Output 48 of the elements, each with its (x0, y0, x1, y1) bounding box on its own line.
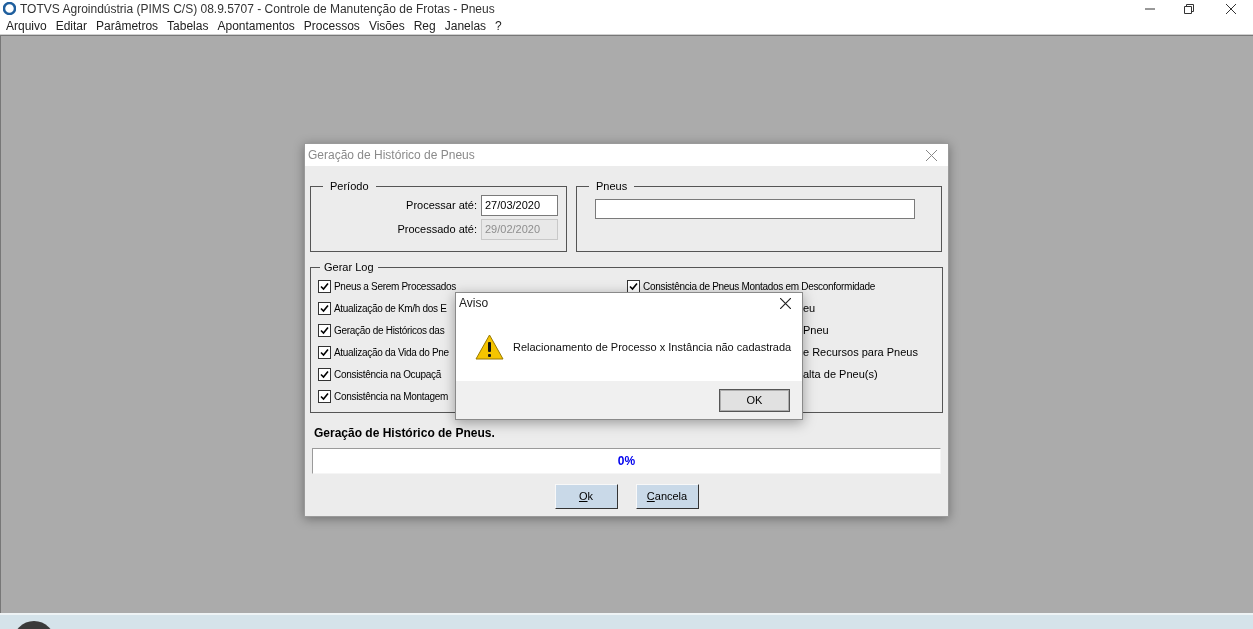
checkbox-label: Consistência de Pneus Montados em Desconformidade (643, 280, 876, 294)
field-label: Processado até: (397, 221, 477, 237)
checkbox-label: e Recursos para Pneus (803, 345, 918, 361)
checkbox[interactable] (318, 390, 331, 403)
alert-message: Relacionamento de Processo x Instância não cadastrada (513, 339, 792, 355)
checkbox-label: Pneus a Serem Processados (334, 280, 456, 294)
group-label: Período (329, 179, 370, 194)
checkbox[interactable] (318, 346, 331, 359)
menu-item[interactable]: Janelas (444, 16, 487, 35)
checkbox-label: Atualização da Vida do Pne (334, 346, 449, 360)
menu-item[interactable]: Parâmetros (96, 16, 159, 35)
checkbox[interactable] (318, 324, 331, 337)
menu-item[interactable]: Editar (55, 16, 88, 35)
close-icon[interactable] (780, 297, 791, 309)
menu-item[interactable]: Arquivo (6, 16, 47, 35)
window-title: TOTVS Agroindústria (PIMS C/S) 08.9.5707 - Controle de Manutenção de Frotas - Pneus (20, 0, 495, 18)
menu-item[interactable]: Processos (303, 16, 360, 35)
checkbox[interactable] (318, 280, 331, 293)
menu-item[interactable]: Visões (368, 16, 405, 35)
progress-text: 0% (617, 453, 636, 470)
close-icon[interactable] (1226, 3, 1236, 14)
pneus-field[interactable] (595, 198, 915, 219)
dialog-button[interactable]: Ok (554, 484, 618, 509)
menu-item[interactable]: Reg (413, 16, 436, 35)
checkbox-label: Consistência na Montagem (334, 390, 448, 404)
alert-title: Aviso (459, 295, 489, 312)
warning-icon (475, 334, 504, 360)
checkbox-label: Geração de Históricos das (334, 324, 445, 338)
date-field[interactable]: 27/03/2020 (481, 194, 558, 216)
app-logo-icon (3, 2, 16, 15)
group-label: Gerar Log (323, 260, 375, 275)
checkbox-label: Atualização de Km/h dos E (334, 302, 447, 316)
restore-icon[interactable] (1184, 3, 1194, 14)
menu-item[interactable]: Tabelas (167, 16, 209, 35)
checkbox-label: Consistência na Ocupaçã (334, 368, 442, 382)
menu-item[interactable]: Apontamentos (217, 16, 295, 35)
checkbox-label: Pneu (803, 323, 829, 339)
menu-item[interactable]: ? (495, 16, 502, 35)
checkbox[interactable] (318, 368, 331, 381)
dialog-title: Geração de Histórico de Pneus (308, 147, 475, 164)
checkbox-label: alta de Pneu(s) (803, 367, 878, 383)
ok-button[interactable]: OK (720, 389, 789, 411)
field-label: Processar até: (406, 197, 477, 213)
status-label: Geração de Histórico de Pneus. (314, 425, 496, 442)
checkbox[interactable] (318, 302, 331, 315)
group-label: Pneus (595, 179, 629, 194)
checkbox-label: eu (803, 301, 816, 317)
dialog-button[interactable]: Cancela (635, 484, 699, 509)
